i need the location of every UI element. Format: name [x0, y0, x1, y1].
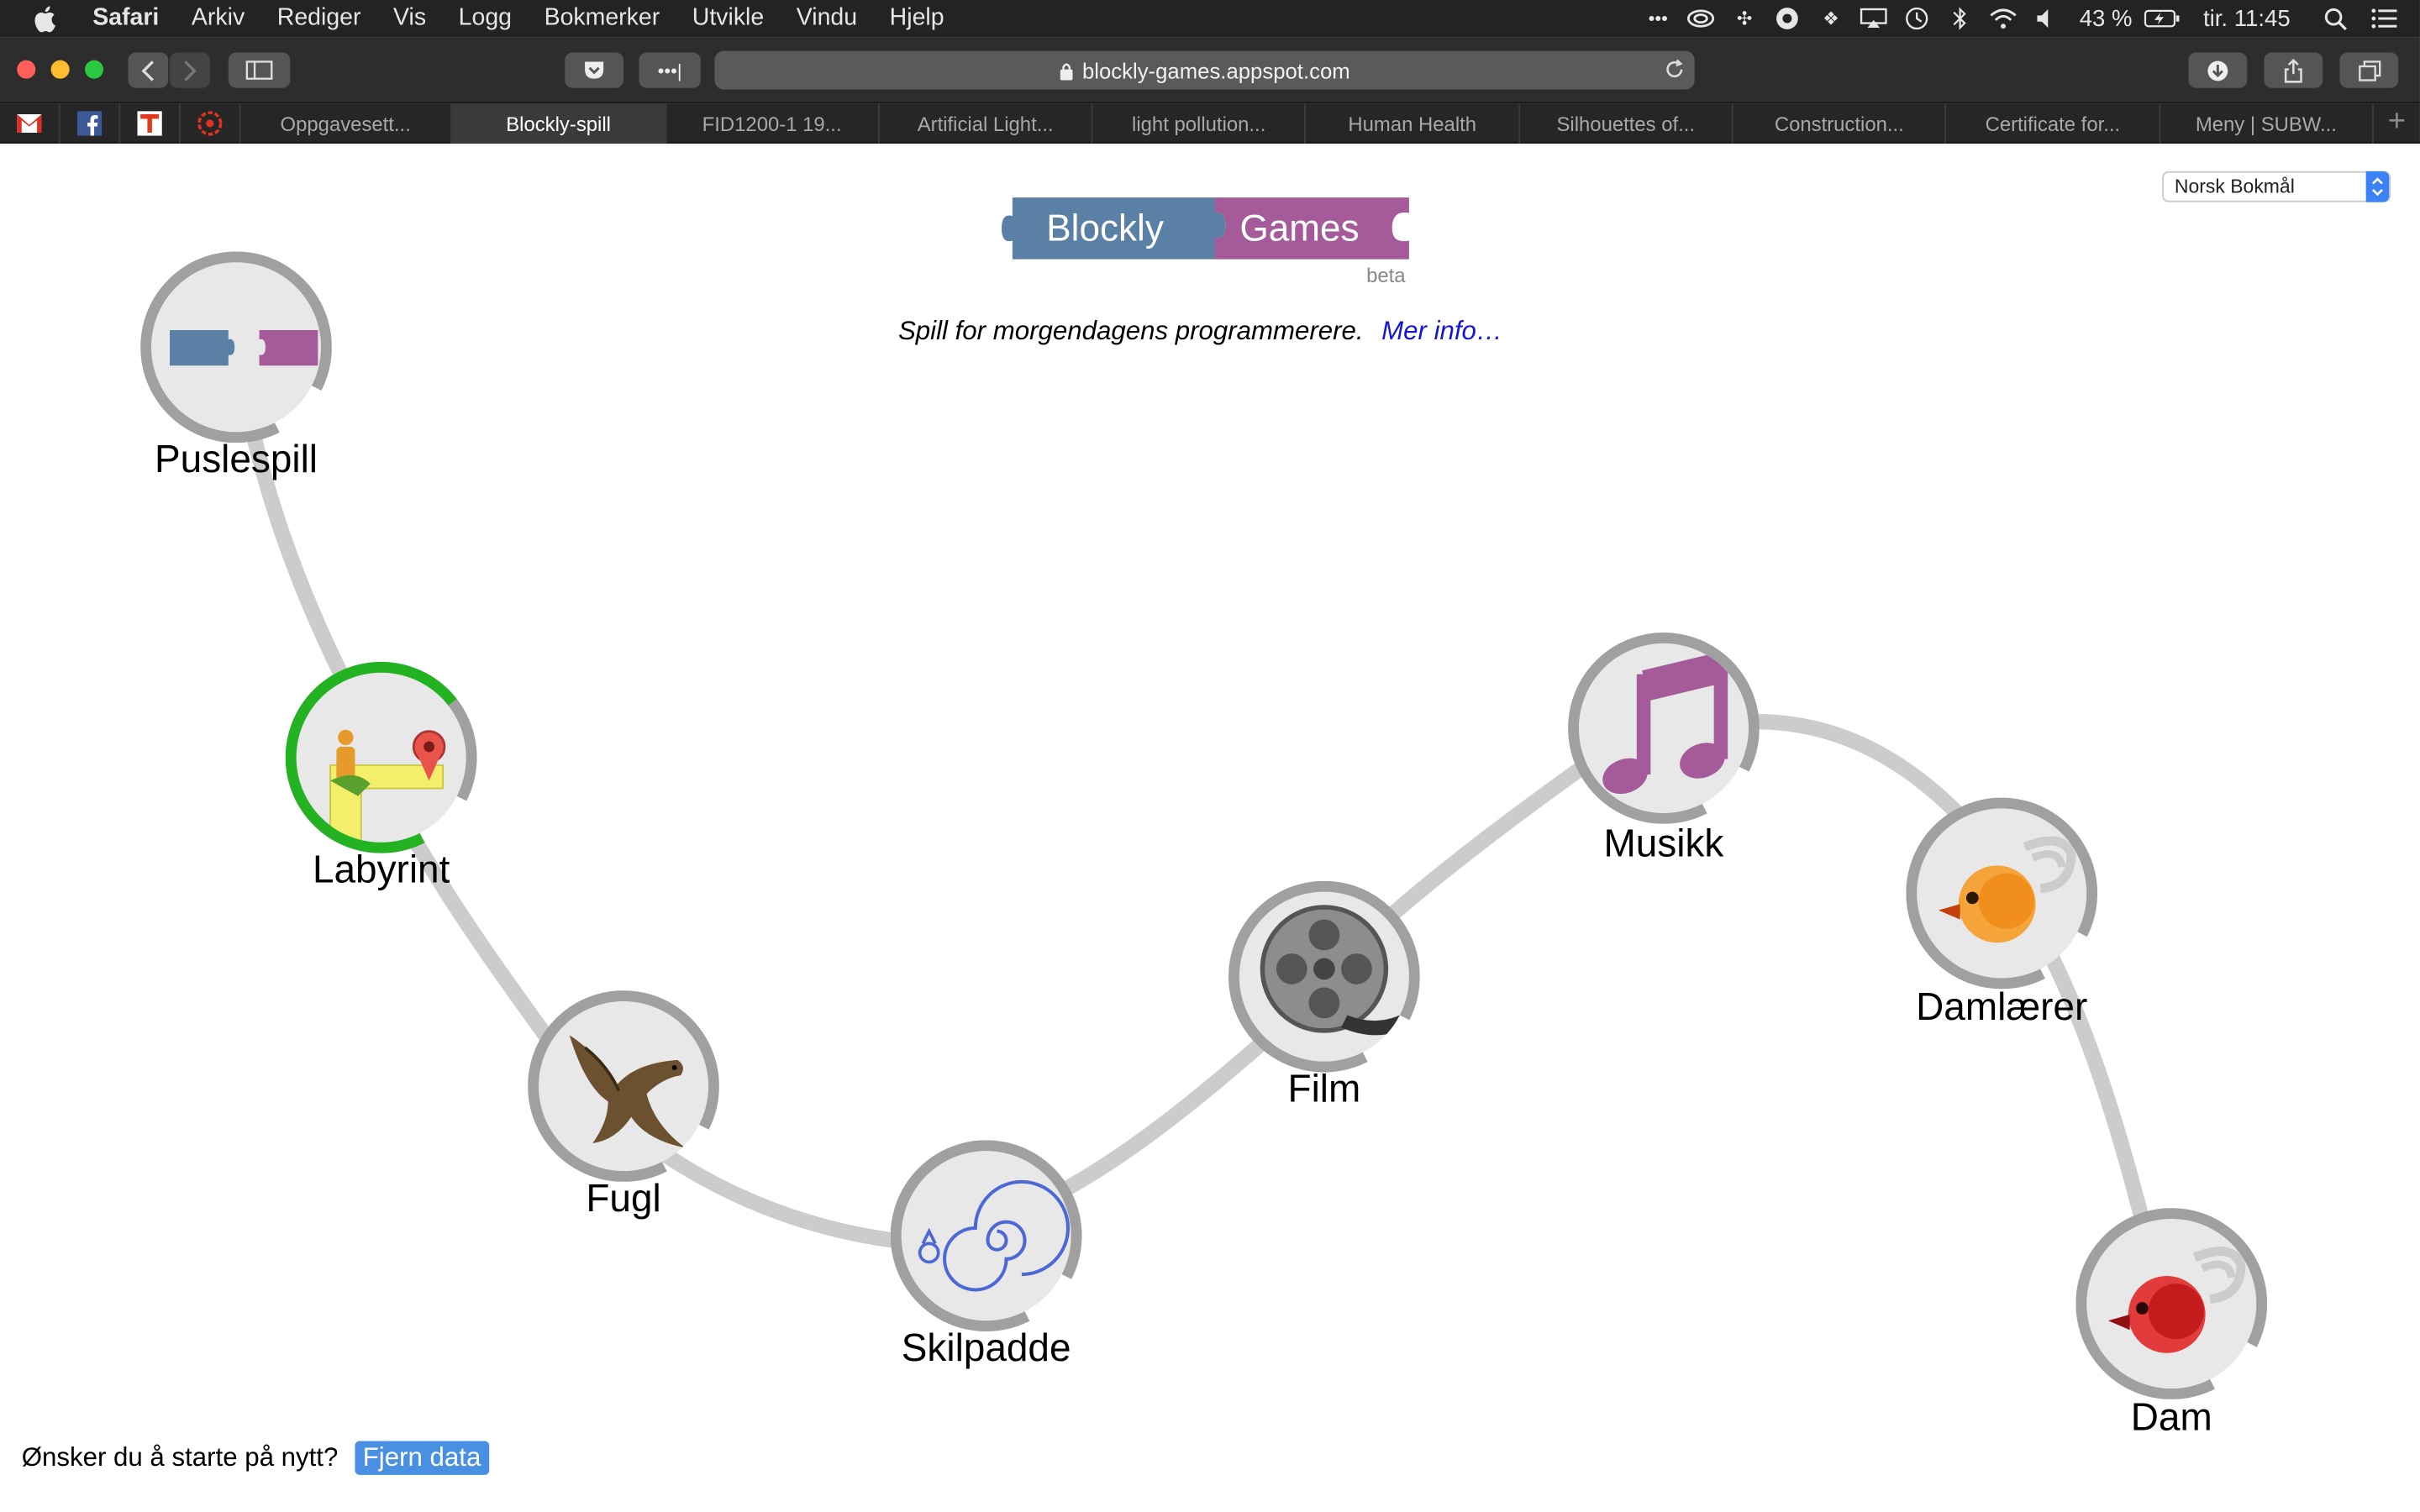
battery-icon[interactable]: [2142, 0, 2182, 37]
game-label-fugl[interactable]: Fugl: [586, 1177, 660, 1221]
tab-silhouettes[interactable]: Silhouettes of...: [1520, 103, 1733, 144]
game-label-musikk[interactable]: Musikk: [1604, 822, 1724, 867]
sync-icon[interactable]: [1770, 0, 1804, 37]
pocket-icon: [585, 61, 604, 79]
favorite-circle-site[interactable]: [180, 103, 240, 144]
extension-button[interactable]: •••|: [639, 52, 701, 88]
pocket-button[interactable]: [565, 52, 624, 88]
forward-button[interactable]: [170, 52, 210, 88]
menu-logg[interactable]: Logg: [459, 5, 512, 33]
game-node-puslespill[interactable]: [140, 251, 332, 444]
menu-hjelp[interactable]: Hjelp: [890, 5, 944, 33]
sidebar-toggle-button[interactable]: [228, 52, 291, 88]
wifi-icon[interactable]: [1986, 0, 2020, 37]
game-label-dam[interactable]: Dam: [2131, 1396, 2212, 1441]
battery-percentage: 43 %: [2079, 5, 2133, 32]
bluetooth-icon[interactable]: [1944, 0, 1977, 37]
game-node-dam[interactable]: [2075, 1208, 2268, 1399]
pinwheel-icon[interactable]: ✣: [1728, 0, 1761, 37]
tab-light-pollution[interactable]: light pollution...: [1093, 103, 1307, 144]
menu-arkiv[interactable]: Arkiv: [192, 5, 245, 33]
dropbox-icon[interactable]: ❖: [1814, 0, 1848, 37]
tab-human-health[interactable]: Human Health: [1307, 103, 1520, 144]
web-page: Norsk Bokmål Blockly Games beta Spill fo…: [0, 144, 2420, 1512]
menu-rediger[interactable]: Rediger: [277, 5, 361, 33]
tab-construction[interactable]: Construction...: [1733, 103, 1947, 144]
download-icon: [2207, 60, 2228, 81]
downloads-button[interactable]: [2188, 52, 2248, 88]
red-duck-icon: [2086, 1218, 2257, 1389]
turtle-spiral-icon: [901, 1151, 1071, 1321]
tabs-overview-icon: [2358, 60, 2381, 81]
game-label-film[interactable]: Film: [1288, 1068, 1361, 1112]
music-note-icon: [1578, 643, 1749, 813]
minimize-window-button[interactable]: [50, 60, 70, 79]
volume-icon[interactable]: [2030, 0, 2064, 37]
favorite-gmail[interactable]: [0, 103, 60, 144]
red-circle-icon: [197, 111, 222, 136]
game-node-labyrint[interactable]: [285, 661, 477, 853]
zoom-window-button[interactable]: [85, 60, 104, 79]
game-label-labyrint[interactable]: Labyrint: [313, 848, 450, 893]
clear-data-button[interactable]: Fjern data: [355, 1441, 489, 1475]
tab-oppgavesett[interactable]: Oppgavesett...: [240, 103, 453, 144]
time-machine-icon[interactable]: [1901, 0, 1934, 37]
chevron-left-icon: [141, 60, 155, 81]
tab-meny-subway[interactable]: Meny | SUBW...: [2160, 103, 2374, 144]
film-reel-icon: [1239, 891, 1409, 1062]
menubar-clock[interactable]: tir. 11:45: [2203, 5, 2291, 31]
spotlight-search-icon[interactable]: [2318, 0, 2352, 37]
creative-cloud-icon[interactable]: [1684, 0, 1718, 37]
reload-icon[interactable]: [1664, 59, 1686, 81]
back-button[interactable]: [128, 52, 169, 88]
tab-fid1200[interactable]: FID1200-1 19...: [666, 103, 880, 144]
tab-artificial-light[interactable]: Artificial Light...: [880, 103, 1093, 144]
lock-icon: [1060, 62, 1073, 80]
more-dots-icon[interactable]: •••: [1641, 0, 1675, 37]
bird-icon: [539, 1001, 709, 1172]
chevron-right-icon: [184, 60, 197, 81]
close-window-button[interactable]: [17, 60, 36, 79]
menu-vindu[interactable]: Vindu: [797, 5, 857, 33]
game-node-damlærer[interactable]: [1906, 797, 2098, 990]
plus-icon: +: [2387, 104, 2407, 139]
gmail-icon: [17, 113, 42, 133]
airplay-icon[interactable]: [1857, 0, 1891, 37]
notification-center-icon[interactable]: [2367, 0, 2401, 37]
favorite-tek[interactable]: [120, 103, 181, 144]
address-bar[interactable]: blockly-games.appspot.com: [714, 50, 1695, 90]
game-node-film[interactable]: [1228, 880, 1420, 1073]
reset-section: Ønsker du å starte på nytt? Fjern data: [21, 1441, 489, 1475]
game-node-musikk[interactable]: [1568, 633, 1760, 824]
facebook-icon: [76, 111, 102, 136]
game-label-damlærer[interactable]: Damlærer: [1916, 986, 2087, 1031]
reset-question: Ønsker du å starte på nytt?: [21, 1442, 339, 1473]
sidebar-icon: [245, 60, 273, 80]
duck-icon: [1917, 808, 2087, 979]
menu-app-safari[interactable]: Safari: [92, 5, 159, 33]
show-all-tabs-button[interactable]: [2339, 52, 2399, 88]
browser-toolbar: •••| blockly-games.appspot.com: [0, 37, 2420, 104]
new-tab-button[interactable]: +: [2374, 103, 2420, 142]
menu-bokmerker[interactable]: Bokmerker: [544, 5, 660, 33]
ellipsis-icon: •••|: [657, 59, 682, 81]
apple-menu-icon[interactable]: [34, 0, 61, 37]
game-label-skilpadde[interactable]: Skilpadde: [902, 1327, 1071, 1372]
puzzle-icon: [150, 262, 322, 433]
macos-menubar: Safari Arkiv Rediger Vis Logg Bokmerker …: [0, 0, 2420, 38]
game-node-skilpadde[interactable]: [890, 1140, 1082, 1332]
menu-utvikle[interactable]: Utvikle: [692, 5, 764, 33]
address-url: blockly-games.appspot.com: [1081, 57, 1350, 83]
tab-certificate[interactable]: Certificate for...: [1947, 103, 2160, 144]
tab-blockly-spill[interactable]: Blockly-spill: [452, 103, 666, 144]
game-label-puslespill[interactable]: Puslespill: [155, 438, 318, 483]
tab-bar: Oppgavesett... Blockly-spill FID1200-1 1…: [0, 103, 2420, 144]
tek-icon: [136, 111, 162, 136]
share-button[interactable]: [2264, 52, 2323, 88]
game-node-fugl[interactable]: [528, 990, 719, 1182]
share-icon: [2284, 57, 2302, 82]
menu-vis[interactable]: Vis: [393, 5, 426, 33]
favorite-facebook[interactable]: [60, 103, 120, 144]
maze-icon: [296, 672, 466, 843]
